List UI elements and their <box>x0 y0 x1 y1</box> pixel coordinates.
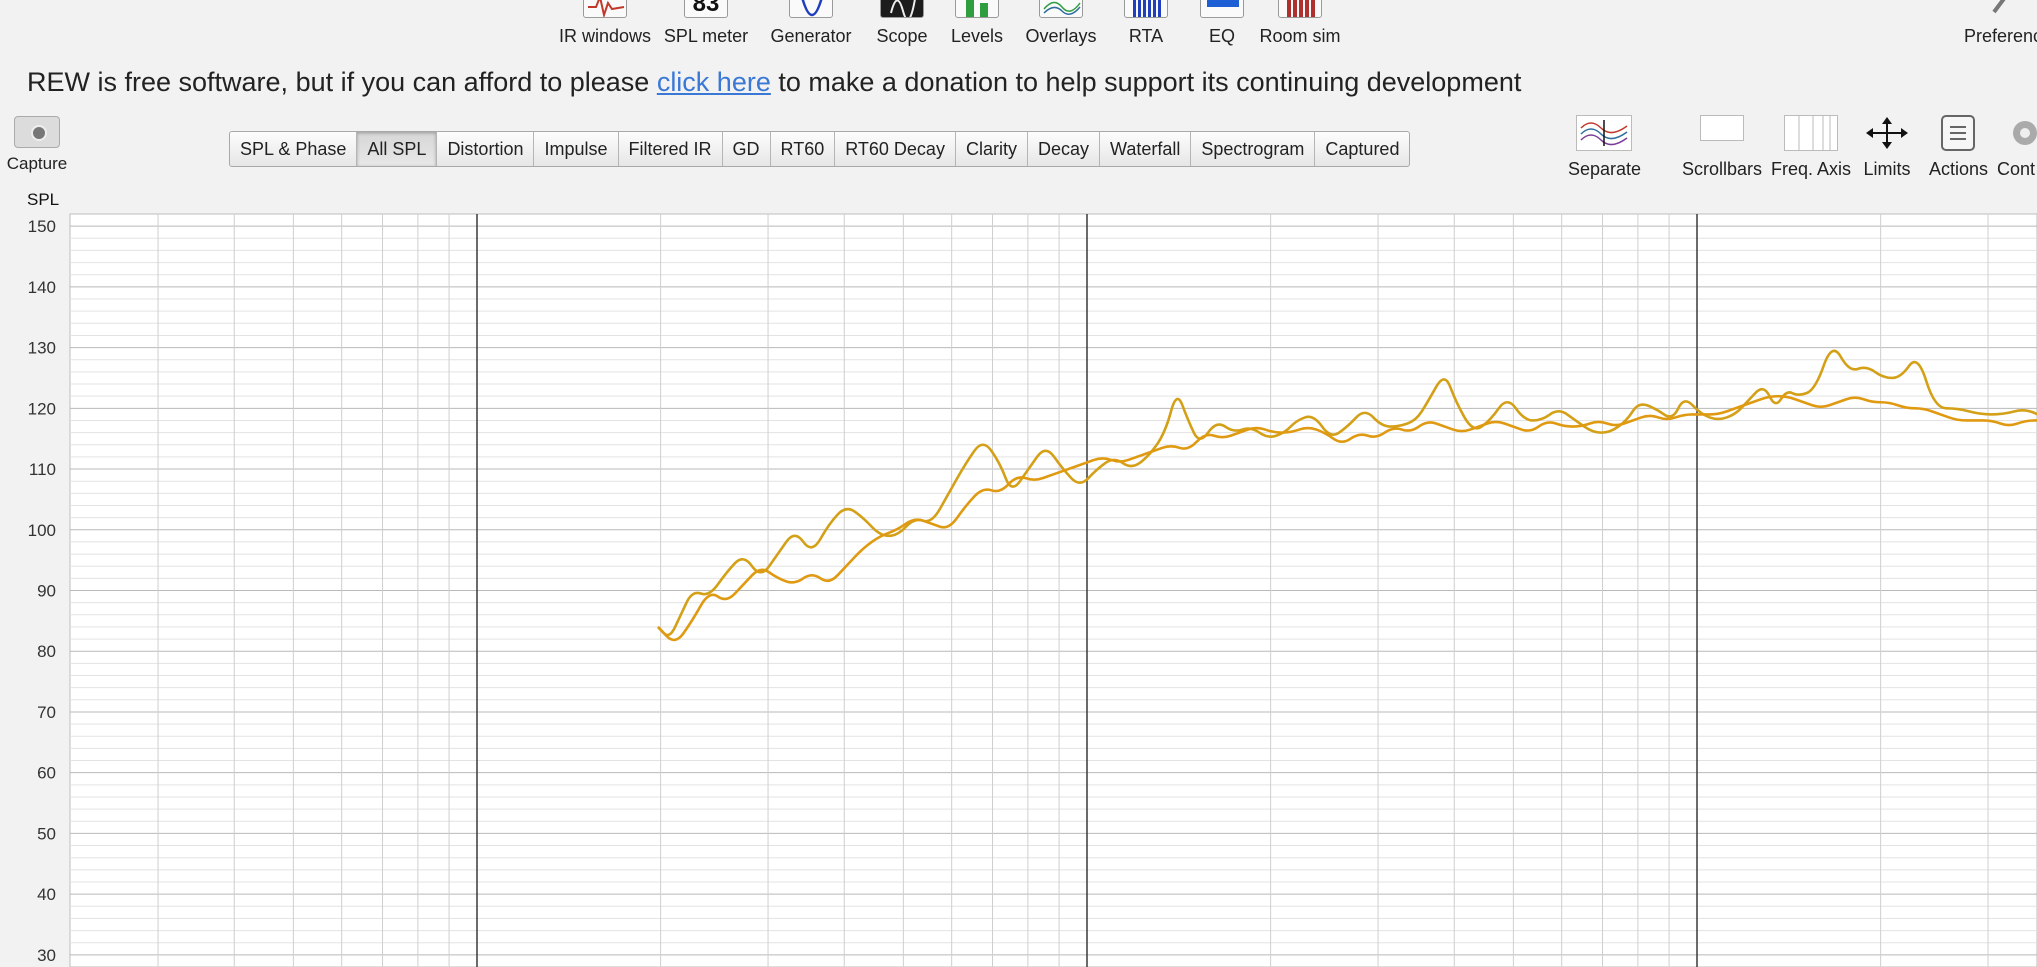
controls-label: Cont <box>1997 159 2036 179</box>
freq-axis-label: Freq. Axis <box>1771 159 1852 179</box>
scrollbars-label: Scrollbars <box>1682 159 1763 179</box>
y-tick-label: 90 <box>37 582 56 601</box>
generator-label: Generator <box>770 26 852 46</box>
tab-rt60[interactable]: RT60 <box>771 132 836 166</box>
preferences-icon <box>1990 0 2010 21</box>
spl-meter-icon: 83 <box>684 0 728 18</box>
ir-windows-icon <box>583 0 627 18</box>
y-tick-label: 80 <box>37 642 56 661</box>
preferences-label: Preferenc <box>1964 26 2037 46</box>
y-tick-label: 50 <box>37 824 56 843</box>
y-tick-label: 100 <box>28 521 56 540</box>
tab-spl-phase[interactable]: SPL & Phase <box>230 132 358 166</box>
y-tick-label: 70 <box>37 703 56 722</box>
rta-icon <box>1124 0 1168 18</box>
separate-label: Separate <box>1568 159 1642 179</box>
eq-icon <box>1200 0 1244 18</box>
donation-link[interactable]: click here <box>657 67 771 97</box>
ir-windows-label: IR windows <box>558 26 652 46</box>
tab-all-spl[interactable]: All SPL <box>357 132 438 166</box>
y-tick-label: 60 <box>37 764 56 783</box>
freq-axis-button[interactable]: Freq. Axis <box>1771 115 1851 180</box>
donation-text-before: REW is free software, but if you can aff… <box>27 67 657 97</box>
capture-button[interactable]: Capture <box>4 116 70 174</box>
tab-impulse[interactable]: Impulse <box>534 132 619 166</box>
separate-icon <box>1576 115 1632 151</box>
actions-label: Actions <box>1929 159 1989 179</box>
camera-icon <box>14 116 60 148</box>
scrollbars-button[interactable]: Scrollbars <box>1682 115 1762 180</box>
graph-tab-bar: SPL & Phase All SPL Distortion Impulse Filte… <box>229 131 1411 167</box>
y-tick-label: 40 <box>37 885 56 904</box>
donation-message: REW is free software, but if you can aff… <box>27 67 1521 98</box>
y-tick-label: 130 <box>28 339 56 358</box>
controls-icon <box>2009 115 2037 151</box>
tab-distortion[interactable]: Distortion <box>437 132 535 166</box>
main-toolbar: IR windows 83 SPL meter Generator Scope … <box>0 0 2037 52</box>
y-tick-label: 120 <box>28 399 56 418</box>
limits-icon <box>1862 115 1912 151</box>
actions-button[interactable]: Actions <box>1929 115 1989 180</box>
tab-gd[interactable]: GD <box>723 132 771 166</box>
y-axis-title: SPL <box>27 190 60 209</box>
y-tick-label: 140 <box>28 278 56 297</box>
tab-rt60-decay[interactable]: RT60 Decay <box>835 132 956 166</box>
room-sim-label: Room sim <box>1259 26 1341 46</box>
y-tick-label: 30 <box>37 946 56 965</box>
spl-meter-display: 83 <box>692 0 720 17</box>
levels-icon <box>955 0 999 18</box>
tab-decay[interactable]: Decay <box>1028 132 1100 166</box>
donation-text-after: to make a donation to help support its c… <box>770 67 1522 97</box>
spl-graph[interactable]: 150 140 130 120 110 100 90 80 70 60 50 40 30 <box>0 210 2037 967</box>
spl-meter-label: SPL meter <box>663 26 749 46</box>
limits-button[interactable]: Limits <box>1860 115 1914 180</box>
actions-icon <box>1941 115 1975 151</box>
capture-label: Capture <box>6 154 68 173</box>
tab-clarity[interactable]: Clarity <box>956 132 1028 166</box>
room-sim-icon <box>1278 0 1322 18</box>
generator-icon <box>789 0 833 18</box>
y-tick-label: 150 <box>28 217 56 236</box>
scrollbars-icon <box>1700 115 1744 141</box>
tab-spectrogram[interactable]: Spectrogram <box>1191 132 1316 166</box>
controls-button[interactable]: Cont <box>1997 115 2037 180</box>
limits-label: Limits <box>1863 159 1911 179</box>
y-tick-label: 110 <box>29 460 56 479</box>
tab-captured[interactable]: Captured <box>1315 132 1409 166</box>
scope-icon <box>880 0 924 18</box>
tab-filtered-ir[interactable]: Filtered IR <box>619 132 723 166</box>
overlays-icon <box>1039 0 1083 18</box>
freq-axis-icon <box>1784 115 1838 151</box>
separate-button[interactable]: Separate <box>1568 115 1642 180</box>
tab-waterfall[interactable]: Waterfall <box>1100 132 1192 166</box>
